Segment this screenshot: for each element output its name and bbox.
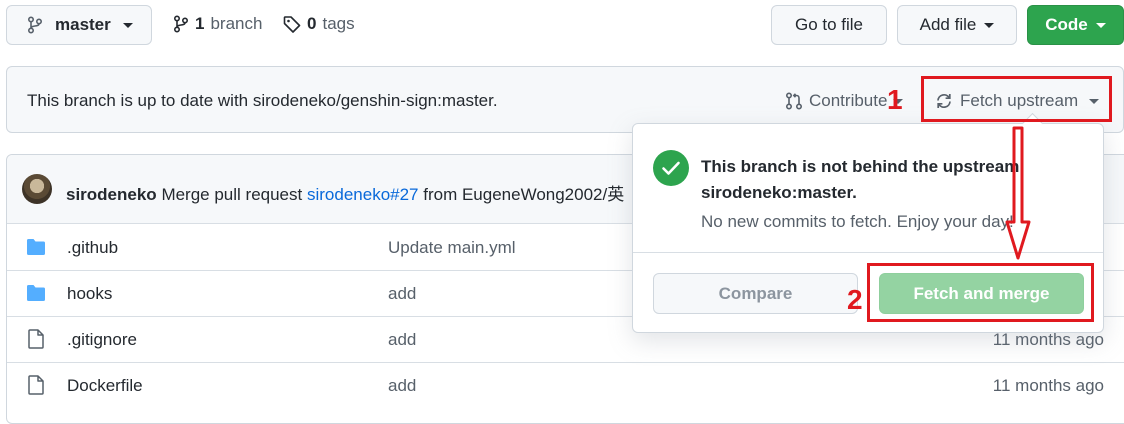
latest-commit-line: sirodeneko Merge pull request sirodeneko…	[66, 180, 634, 205]
pr-link[interactable]: sirodeneko#27	[307, 185, 419, 204]
annotation-box-fetch-merge	[867, 263, 1094, 322]
add-file-button[interactable]: Add file	[897, 5, 1017, 45]
chevron-down-icon	[984, 22, 995, 28]
file-name[interactable]: hooks	[67, 284, 112, 304]
list-item: Dockerfile add 11 months ago	[26, 374, 1116, 398]
commit-message-end[interactable]: from EugeneWong2002/英	[423, 185, 624, 204]
annotation-box-fetch-upstream	[921, 76, 1112, 122]
file-name[interactable]: .github	[67, 238, 118, 258]
tag-word: tags	[322, 14, 355, 33]
file-age: 11 months ago	[992, 330, 1104, 349]
branch-word: branch	[210, 14, 263, 33]
file-commit-message[interactable]: add	[388, 376, 416, 396]
go-to-file-button[interactable]: Go to file	[771, 5, 887, 45]
file-icon	[28, 375, 44, 395]
commit-author[interactable]: sirodeneko	[66, 185, 157, 204]
git-pull-request-icon	[785, 92, 803, 110]
git-branch-icon	[173, 15, 189, 33]
contribute-button[interactable]: Contribute	[785, 91, 904, 111]
tags-link[interactable]: 0 tags	[283, 14, 355, 34]
code-label: Code	[1045, 15, 1088, 34]
file-commit-message[interactable]: Update main.yml	[388, 238, 516, 258]
check-circle-icon	[653, 150, 689, 186]
branches-link[interactable]: 1 branch	[173, 14, 262, 34]
file-commit-message[interactable]: add	[388, 330, 416, 350]
file-commit-message[interactable]: add	[388, 284, 416, 304]
annotation-number-2: 2	[847, 284, 863, 315]
git-branch-icon	[27, 16, 43, 34]
file-name[interactable]: Dockerfile	[67, 376, 143, 396]
branch-select-button[interactable]: master	[6, 5, 152, 45]
popover-subtitle: No new commits to fetch. Enjoy your day!	[701, 212, 1014, 231]
file-icon	[28, 329, 44, 349]
go-to-file-label: Go to file	[794, 15, 864, 34]
branch-name: master	[55, 15, 111, 34]
chevron-down-icon	[1095, 22, 1106, 28]
contribute-label: Contribute	[809, 91, 888, 110]
file-name[interactable]: .gitignore	[67, 330, 137, 350]
folder-icon	[27, 239, 45, 255]
compare-label: Compare	[718, 283, 793, 303]
annotation-number-1: 1	[887, 84, 903, 115]
compare-button[interactable]: Compare	[653, 273, 858, 314]
annotation-arrow-down-icon	[1005, 126, 1031, 260]
commit-message-start[interactable]: Merge pull request	[161, 185, 302, 204]
tag-count: 0	[307, 14, 317, 33]
avatar	[22, 174, 52, 204]
add-file-label: Add file	[919, 15, 977, 34]
folder-icon	[27, 285, 45, 301]
chevron-down-icon	[122, 22, 133, 28]
branch-count: 1	[195, 14, 205, 33]
tag-icon	[283, 16, 301, 33]
file-age: 11 months ago	[992, 376, 1104, 395]
code-button[interactable]: Code	[1027, 5, 1124, 45]
branch-status-text: This branch is up to date with sirodenek…	[27, 91, 498, 110]
